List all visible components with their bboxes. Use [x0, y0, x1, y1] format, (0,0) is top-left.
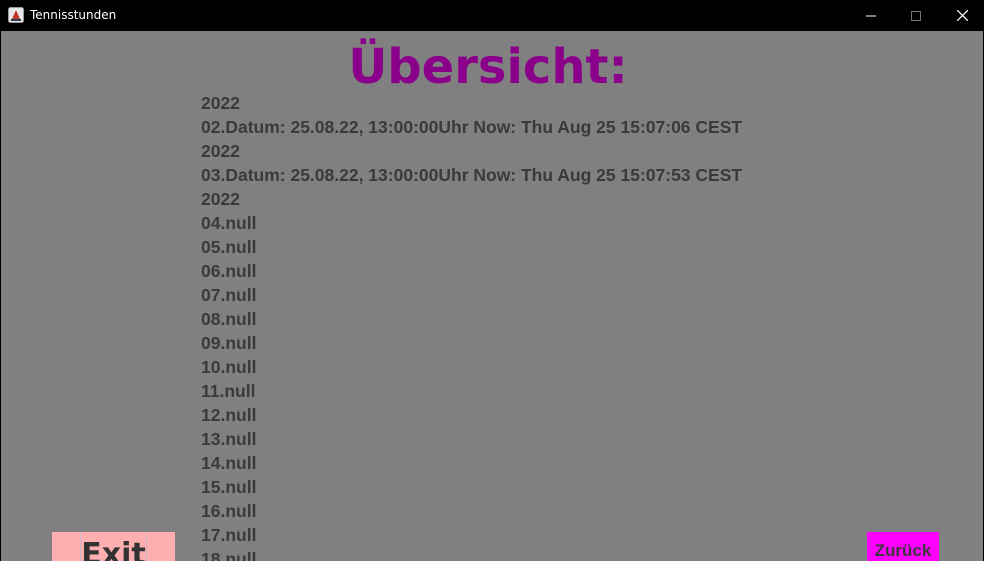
list-item: 04.null	[201, 213, 257, 233]
list-item: 10.null	[201, 357, 257, 377]
list-item: 06.null	[201, 261, 257, 281]
list-item: 18.null	[201, 549, 257, 561]
exit-button-label: Exit	[81, 537, 146, 561]
back-button-label: Zurück	[874, 541, 932, 560]
list-item: 2022	[201, 93, 240, 113]
list-item: 02.Datum: 25.08.22, 13:00:00Uhr Now: Thu…	[201, 117, 743, 137]
list-item: 16.null	[201, 501, 257, 521]
window-title: Tennisstunden	[30, 8, 117, 22]
list-item: 09.null	[201, 333, 257, 353]
lesson-list: 2022 02.Datum: 25.08.22, 13:00:00Uhr Now…	[201, 91, 742, 561]
list-item: 13.null	[201, 429, 257, 449]
page-title: Übersicht:	[348, 39, 628, 95]
list-item: 05.null	[201, 237, 257, 257]
exit-button[interactable]: Exit	[52, 532, 175, 561]
list-item: 17.null	[201, 525, 257, 545]
window-titlebar[interactable]: Tennisstunden	[0, 0, 984, 31]
list-item: 03.Datum: 25.08.22, 13:00:00Uhr Now: Thu…	[201, 165, 743, 185]
list-item: 15.null	[201, 477, 257, 497]
list-item: 2022	[201, 141, 240, 161]
list-item: 2022	[201, 189, 240, 209]
close-icon	[956, 10, 968, 21]
maximize-icon	[911, 10, 921, 21]
list-item: 12.null	[201, 405, 257, 425]
java-app-icon	[8, 7, 24, 23]
close-button[interactable]	[939, 0, 984, 31]
list-item: 11.null	[201, 381, 256, 401]
list-item: 14.null	[201, 453, 257, 473]
list-item: 08.null	[201, 309, 257, 329]
list-item: 07.null	[201, 285, 257, 305]
minimize-icon	[866, 15, 876, 16]
minimize-button[interactable]	[848, 0, 894, 31]
back-button[interactable]: Zurück	[867, 532, 939, 561]
content-panel: Übersicht: 2022 02.Datum: 25.08.22, 13:0…	[1, 31, 983, 561]
maximize-button[interactable]	[893, 0, 939, 31]
